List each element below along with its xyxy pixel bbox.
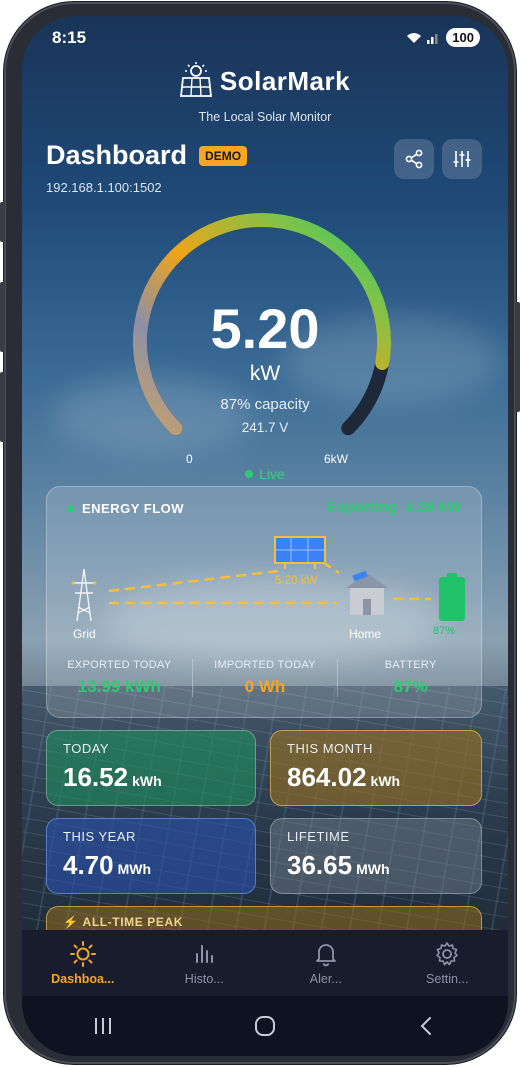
tile-label: THIS YEAR [63, 829, 136, 844]
demo-badge: DEMO [199, 145, 248, 166]
device-address: 192.168.1.100:1502 [46, 180, 162, 195]
wifi-icon [407, 32, 422, 43]
system-navigation-bar [22, 996, 508, 1056]
battery-level-label: 87% [433, 625, 456, 637]
app-name: SolarMark [219, 65, 351, 96]
nav-label: Settin... [426, 972, 469, 986]
live-label: Live [259, 466, 285, 482]
nav-history[interactable]: Histo... [144, 930, 266, 996]
gauge-max-label: 6kW [324, 452, 348, 466]
grid-tower-icon [71, 568, 97, 622]
side-button [0, 372, 5, 442]
bottom-navigation: Dashboa... Histo... Aler... Settin... [22, 930, 508, 996]
sun-icon [69, 941, 96, 967]
page-title: Dashboard [46, 140, 188, 170]
tile-label: TODAY [63, 741, 110, 756]
tile-label: LIFETIME [287, 829, 350, 844]
nav-alerts[interactable]: Aler... [265, 930, 387, 996]
back-icon[interactable] [416, 1015, 438, 1037]
year-energy-tile[interactable]: THIS YEAR 4.70 MWh [46, 818, 256, 894]
battery-indicator: 100 [446, 28, 480, 47]
home-label: Home [349, 627, 382, 641]
grid-label: Grid [73, 627, 96, 641]
gauge-min-label: 0 [186, 452, 193, 466]
tile-value: 4.70 [63, 850, 114, 880]
tile-value: 864.02 [287, 762, 367, 792]
status-bar: 8:15 100 [52, 28, 480, 52]
home-button-icon[interactable] [254, 1015, 276, 1037]
side-button [0, 202, 5, 242]
power-button [515, 302, 520, 412]
share-icon [405, 149, 423, 169]
solarmark-logo-icon [179, 62, 212, 97]
power-unit: kW [249, 362, 281, 385]
filters-button[interactable] [442, 139, 482, 179]
gear-icon [436, 942, 459, 966]
battery-stat: BATTERY 87% [337, 659, 483, 697]
bar-chart-icon [196, 945, 214, 963]
energy-flow-diagram [71, 536, 465, 622]
lightning-icon: ⚡ [63, 915, 79, 929]
tile-value: 36.65 [287, 850, 353, 880]
side-button [0, 282, 5, 352]
energy-stats: EXPORTED TODAY 13.99 kWh IMPORTED TODAY … [47, 659, 483, 697]
sliders-icon [453, 151, 471, 167]
voltage-text: 241.7 V [241, 420, 289, 435]
nav-dashboard[interactable]: Dashboa... [22, 930, 144, 996]
exported-today-stat: EXPORTED TODAY 13.99 kWh [67, 659, 172, 696]
nav-label: Histo... [184, 972, 224, 986]
page-title-row: Dashboard DEMO [46, 140, 248, 171]
month-energy-tile[interactable]: THIS MONTH 864.02 kWh [270, 730, 482, 806]
tile-value: 16.52 [63, 762, 129, 792]
app-header: SolarMark The Local Solar Monitor [22, 62, 508, 124]
phone-frame: 8:15 100 SolarMark The Local Solar Monit… [0, 2, 520, 1064]
tile-unit: kWh [370, 773, 401, 789]
lifetime-energy-tile[interactable]: LIFETIME 36.65 MWh [270, 818, 482, 894]
live-dot [245, 470, 254, 478]
today-energy-tile[interactable]: TODAY 16.52 kWh [46, 730, 256, 806]
tile-unit: MWh [117, 861, 152, 877]
nav-label: Aler... [309, 972, 342, 986]
share-button[interactable] [394, 139, 434, 179]
app-tagline: The Local Solar Monitor [198, 110, 332, 124]
capacity-text: 87% capacity [220, 396, 310, 413]
battery-icon [439, 573, 465, 621]
tile-unit: kWh [132, 773, 162, 789]
energy-flow-card[interactable]: ENERGY FLOW Exporting 4.38 kW 5.20 kW Gr… [46, 486, 482, 718]
imported-today-stat: IMPORTED TODAY 0 Wh [191, 659, 338, 697]
recents-icon[interactable] [92, 1016, 114, 1036]
tile-unit: MWh [356, 861, 390, 877]
live-indicator: Live [22, 466, 508, 482]
screen: 8:15 100 SolarMark The Local Solar Monit… [22, 16, 508, 1056]
flow-line-solar-grid [108, 569, 280, 593]
home-icon [346, 570, 388, 615]
tile-label: THIS MONTH [287, 741, 373, 756]
signal-icon [427, 33, 438, 44]
status-time: 8:15 [52, 28, 87, 47]
nav-settings[interactable]: Settin... [387, 930, 509, 996]
peak-label: ALL-TIME PEAK [82, 915, 184, 929]
solar-power-label: 5.20 kW [275, 575, 318, 587]
solar-panel-icon [274, 536, 326, 569]
power-value: 5.20 [210, 297, 320, 360]
nav-label: Dashboa... [51, 972, 115, 986]
bell-icon [315, 944, 336, 967]
